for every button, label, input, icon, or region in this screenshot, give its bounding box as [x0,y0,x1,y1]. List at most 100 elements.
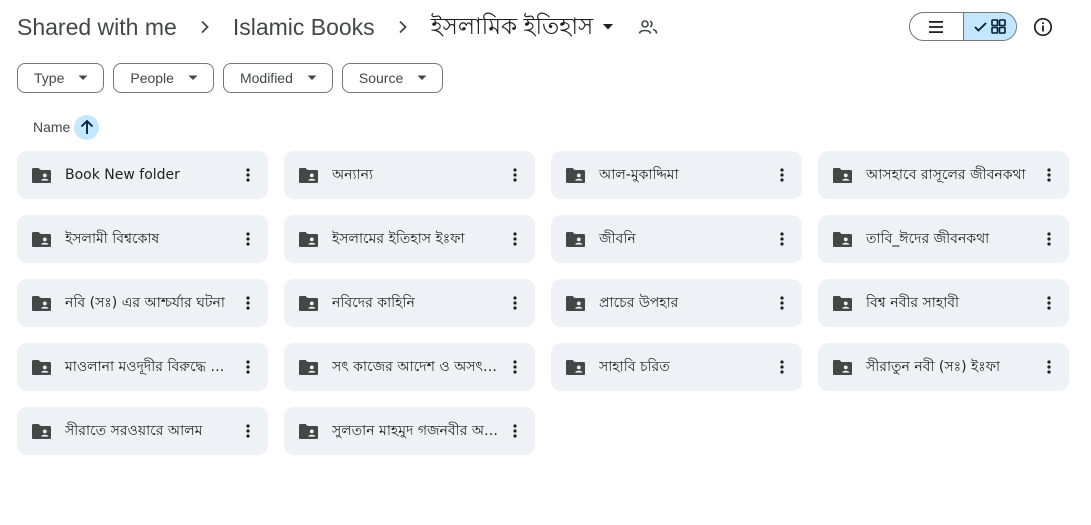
more-vert-icon[interactable] [234,417,262,445]
shared-folder-icon [297,228,319,250]
breadcrumb: Shared with me Islamic Books ইসলামিক ইতি… [17,8,659,46]
folder-name: সীরাতে সরওয়ারে আলম [65,423,203,439]
folder-name: মাওলানা মওদূদীর বিরুদ্ধে অপপ্রচার [65,359,234,375]
more-vert-icon[interactable] [234,161,262,189]
more-vert-icon[interactable] [501,289,529,317]
grid-view-button[interactable] [962,13,1016,40]
chip-label: People [130,70,174,86]
sort-by-name[interactable]: Name [33,119,70,135]
folder-name: সাহাবি চরিত [599,359,670,375]
folder-item[interactable]: আসহাবে রাসূলের জীবনকথা [818,151,1069,199]
more-vert-icon[interactable] [501,417,529,445]
more-vert-icon[interactable] [501,161,529,189]
chip-label: Source [358,70,404,86]
more-vert-icon[interactable] [1035,289,1063,317]
folder-name: আসহাবে রাসূলের জীবনকথা [866,167,1026,183]
drive-folder-view: Shared with me Islamic Books ইসলামিক ইতি… [0,0,1091,525]
folder-item[interactable]: ইসলামের ইতিহাস ইঃফা [284,215,535,263]
shared-folder-icon [831,356,853,378]
chip-label: Modified [239,70,293,86]
source-filter-chip[interactable]: Source [341,63,444,93]
folder-name: Book New folder [65,167,180,183]
more-vert-icon[interactable] [234,353,262,381]
folder-item[interactable]: সাহাবি চরিত [551,343,802,391]
chip-label: Type [34,70,65,86]
folder-name: ইসলামের ইতিহাস ইঃফা [332,231,465,247]
folder-name: অন্যান্য [332,167,374,183]
info-button[interactable] [1032,16,1054,38]
folder-name: সীরাতুন নবী (সঃ) ইঃফা [866,359,1001,375]
more-vert-icon[interactable] [234,289,262,317]
folder-item[interactable]: মাওলানা মওদূদীর বিরুদ্ধে অপপ্রচার [17,343,268,391]
more-vert-icon[interactable] [768,225,796,253]
breadcrumb-item-shared-with-me[interactable]: Shared with me [17,14,177,41]
folder-item[interactable]: বিশ্ব নবীর সাহাবী [818,279,1069,327]
folder-item[interactable]: নবিদের কাহিনি [284,279,535,327]
folder-item[interactable]: নবি (সঃ) এর আশ্চর্যার ঘটনা [17,279,268,327]
more-vert-icon[interactable] [768,353,796,381]
sort-header: Name [33,114,100,140]
people-icon[interactable] [637,16,659,38]
sort-direction-button[interactable] [74,114,100,140]
shared-folder-icon [30,420,52,442]
breadcrumb-current-folder[interactable]: ইসলামিক ইতিহাস [431,8,594,47]
arrow-drop-down-icon [307,75,317,81]
check-icon [974,21,987,32]
more-vert-icon[interactable] [501,353,529,381]
shared-folder-icon [831,164,853,186]
folder-item[interactable]: সুলতান মাহমুদ গজনবীর অভিযান [284,407,535,455]
shared-folder-icon [831,292,853,314]
folder-item[interactable]: জীবনি [551,215,802,263]
shared-folder-icon [564,356,586,378]
shared-folder-icon [30,292,52,314]
more-vert-icon[interactable] [1035,225,1063,253]
folder-grid: Book New folder অন্যান্য আল-মুকাদ্দিমা আসহা… [17,151,1069,455]
folder-item[interactable]: অন্যান্য [284,151,535,199]
folder-item[interactable]: সীরাতে সরওয়ারে আলম [17,407,268,455]
people-filter-chip[interactable]: People [113,63,214,93]
more-vert-icon[interactable] [768,289,796,317]
folder-name: সুলতান মাহমুদ গজনবীর অভিযান [332,423,501,439]
arrow-drop-down-icon [188,75,198,81]
breadcrumb-item-islamic-books[interactable]: Islamic Books [233,14,375,41]
chevron-right-icon [177,20,233,34]
arrow-drop-down-icon[interactable] [601,20,615,34]
shared-folder-icon [297,164,319,186]
shared-folder-icon [30,164,52,186]
shared-folder-icon [831,228,853,250]
type-filter-chip[interactable]: Type [17,63,105,93]
shared-folder-icon [30,228,52,250]
arrow-upward-icon [80,119,94,135]
folder-item[interactable]: সৎ কাজের আদেশ ও অসৎ কাজের নিষেধ [284,343,535,391]
chevron-right-icon [375,20,431,34]
folder-item[interactable]: সীরাতুন নবী (সঃ) ইঃফা [818,343,1069,391]
shared-folder-icon [297,356,319,378]
list-view-icon [928,20,944,34]
folder-name: ইসলামী বিশ্বকোষ [65,231,160,247]
folder-name: বিশ্ব নবীর সাহাবী [866,295,960,311]
more-vert-icon[interactable] [234,225,262,253]
shared-folder-icon [564,292,586,314]
folder-item[interactable]: প্রাচের উপহার [551,279,802,327]
folder-name: আল-মুকাদ্দিমা [599,167,679,183]
shared-folder-icon [297,292,319,314]
folder-name: নবিদের কাহিনি [332,295,415,311]
folder-item[interactable]: তাবি_ঈদের জীবনকথা [818,215,1069,263]
folder-name: তাবি_ঈদের জীবনকথা [866,231,990,247]
more-vert-icon[interactable] [501,225,529,253]
list-view-button[interactable] [910,13,963,40]
modified-filter-chip[interactable]: Modified [222,63,333,93]
filter-chips: Type People Modified Source [17,63,444,93]
more-vert-icon[interactable] [1035,161,1063,189]
grid-view-icon [990,19,1006,34]
folder-item[interactable]: আল-মুকাদ্দিমা [551,151,802,199]
arrow-drop-down-icon [417,75,427,81]
folder-item[interactable]: ইসলামী বিশ্বকোষ [17,215,268,263]
folder-name: প্রাচের উপহার [599,295,679,311]
view-toggle [909,12,1017,41]
shared-folder-icon [30,356,52,378]
more-vert-icon[interactable] [768,161,796,189]
more-vert-icon[interactable] [1035,353,1063,381]
folder-item[interactable]: Book New folder [17,151,268,199]
shared-folder-icon [564,228,586,250]
